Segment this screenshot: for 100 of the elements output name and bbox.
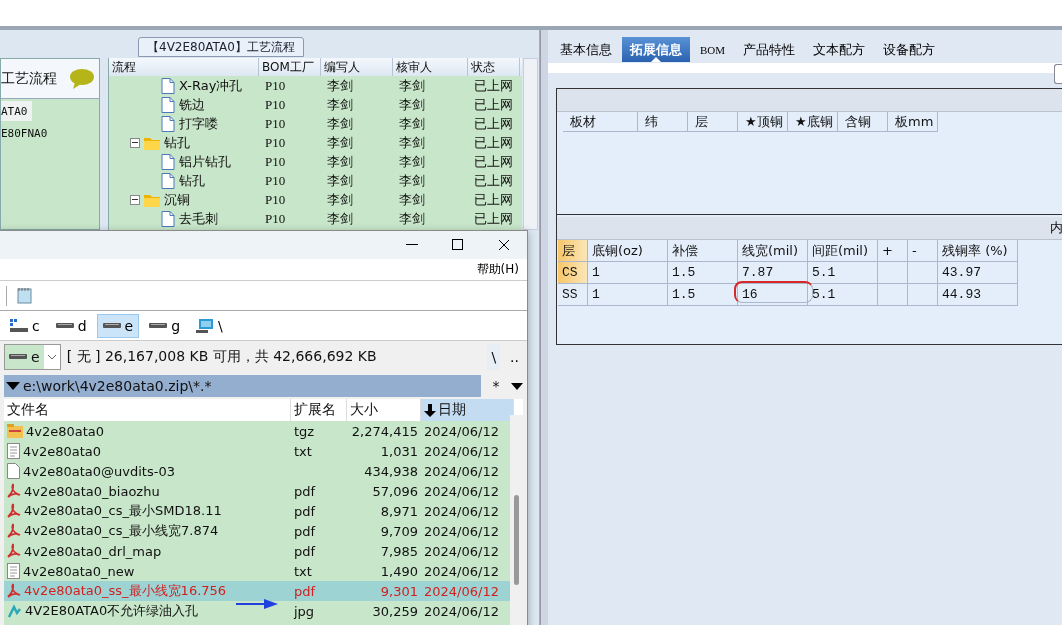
file-date: 2024/06/12	[423, 583, 500, 599]
tree-item-label[interactable]: 钻孔	[164, 133, 190, 152]
table-cell-text: 李剑	[326, 209, 354, 228]
menu-item[interactable]: 帮助(H)	[476, 261, 519, 278]
sidebar-item[interactable]: ATA0	[1, 101, 32, 121]
table-cell: 7.87	[738, 262, 808, 284]
file-row[interactable]: 4v2e80ata0_drl_map pdf 7,985 2024/06/12	[4, 541, 510, 561]
pdf-icon	[7, 503, 21, 519]
table-cell: 16	[738, 284, 808, 306]
file-row[interactable]: 4v2e80ata0_new txt 1,490 2024/06/12	[4, 561, 510, 581]
file-date: 2024/06/12	[423, 543, 500, 559]
pdf-icon	[7, 483, 21, 499]
column-header[interactable]: 流程	[109, 58, 259, 76]
drive-button[interactable]: g	[143, 313, 187, 338]
drive-button[interactable]: e	[96, 313, 140, 338]
speech-bubble-icon	[69, 67, 95, 90]
file-row[interactable]: 4v2e80ata0_biaozhu pdf 57,096 2024/06/12	[4, 481, 510, 501]
file-size: 57,096	[371, 483, 419, 499]
table-cell-text: 李剑	[398, 76, 426, 95]
table-cell: 1	[588, 284, 668, 306]
drive-button[interactable]: c	[4, 313, 46, 338]
file-date: 2024/06/12	[423, 423, 500, 439]
tab[interactable]: 产品特性	[735, 37, 804, 62]
up-button[interactable]: ..	[506, 344, 523, 370]
splitter[interactable]	[540, 30, 548, 625]
tab[interactable]: 拓展信息	[622, 37, 690, 62]
tab[interactable]: 文本配方	[805, 37, 874, 62]
file-size: 2,274,415	[350, 423, 419, 439]
file-size: 30,259	[371, 603, 419, 619]
tab[interactable]: BOM	[692, 37, 734, 62]
file-row[interactable]: 4v2e80ata0_cs_最小SMD18.11 pdf 8,971 2024/06/12	[4, 501, 510, 521]
file-size: 8,971	[379, 503, 419, 519]
dropdown-caret-icon[interactable]	[511, 382, 523, 390]
table-cell-text: 李剑	[326, 95, 354, 114]
file-row[interactable]: 4v2e80ata0@uvdits-03 434,938 2024/06/12	[4, 461, 510, 481]
file-name: 4V2E80ATA0不允许绿油入孔	[25, 602, 199, 620]
table-cell-text: 李剑	[398, 114, 426, 133]
column-header: 板mm	[888, 112, 938, 132]
archive-icon	[7, 424, 23, 438]
table-cell: 5.1	[808, 284, 878, 306]
tab[interactable]: 设备配方	[875, 37, 944, 62]
tree-item-label[interactable]: X-Ray冲孔	[179, 76, 243, 95]
annotation-arrow	[236, 599, 278, 609]
column-header[interactable]: 编写人	[321, 58, 393, 76]
column-header: 纬	[638, 112, 688, 132]
column-header[interactable]: 核审人	[393, 58, 468, 76]
column-header[interactable]: 状态	[468, 58, 520, 76]
table-cell-text: P10	[264, 77, 287, 94]
side-button[interactable]	[1054, 64, 1062, 84]
root-button[interactable]: \	[487, 344, 501, 370]
path-bar[interactable]: e:\work\4v2e80ata0.zip\*.*	[4, 375, 481, 397]
table-cell-text: 已上网	[473, 95, 514, 114]
table-cell-text: 已上网	[473, 171, 514, 190]
tree-item-label[interactable]: 打字喽	[179, 114, 218, 133]
section-title: 内	[1050, 219, 1062, 237]
tree-item-label[interactable]: 钻孔	[179, 171, 205, 190]
column-header: +	[878, 240, 908, 262]
filter-label: *	[491, 378, 501, 394]
table-cell-text: P10	[264, 134, 287, 151]
tab[interactable]: 基本信息	[552, 37, 620, 62]
drive-info: [ 无 ] 26,167,008 KB 可用，共 42,666,692 KB	[66, 348, 378, 366]
file-extension: tgz	[294, 423, 315, 439]
table-cell	[908, 284, 938, 306]
scrollbar[interactable]	[523, 58, 538, 230]
image-icon	[7, 603, 22, 619]
notepad-icon[interactable]	[17, 287, 33, 304]
file-row[interactable]: 4v2e80ata0 tgz 2,274,415 2024/06/12	[4, 421, 510, 441]
collapse-toggle[interactable]	[130, 194, 140, 205]
file-row[interactable]: 4v2e80ata0 txt 1,031 2024/06/12	[4, 441, 510, 461]
collapse-toggle[interactable]	[130, 137, 140, 148]
table-cell-text: P10	[264, 172, 287, 189]
file-row[interactable]: 4v2e80ata0_cs_最小线宽7.874 pdf 9,709 2024/06/12	[4, 521, 510, 541]
table-cell: 1.5	[668, 284, 738, 306]
column-header: 含铜	[838, 112, 888, 132]
folder-icon	[144, 135, 160, 150]
drive-button[interactable]: \	[190, 313, 229, 338]
file-date: 2024/06/12	[423, 523, 500, 539]
table-cell-text: 已上网	[473, 114, 514, 133]
column-header[interactable]: BOM工厂	[259, 58, 321, 76]
table-cell: 1	[588, 262, 668, 284]
caret-icon	[46, 354, 57, 360]
tree-item-label[interactable]: 沉铜	[164, 190, 190, 209]
table-cell	[878, 262, 908, 284]
tree-item-label[interactable]: 铣边	[179, 95, 205, 114]
sidebar-item[interactable]: E80FNA0	[1, 123, 52, 143]
drive-dropdown[interactable]: e	[4, 344, 61, 370]
panel-tab[interactable]: 【4V2E80ATA0】工艺流程	[138, 37, 304, 57]
document-icon	[161, 172, 175, 189]
column-header: ★顶铜	[738, 112, 788, 132]
table-cell-text: 已上网	[473, 209, 514, 228]
file-row[interactable]: 4V2E80ATA0不允许绿油入孔 jpg 30,259 2024/06/12	[4, 601, 510, 621]
column-header[interactable]: 日期	[421, 399, 514, 421]
tree-item-label[interactable]: 铝片钻孔	[179, 152, 231, 171]
table-cell-text: 已上网	[473, 190, 514, 209]
column-header: 线宽(mil)	[738, 240, 808, 262]
drive-button[interactable]: d	[49, 313, 93, 338]
tree-item-label[interactable]: 去毛刺	[179, 209, 218, 228]
file-extension: pdf	[294, 523, 316, 539]
file-size: 1,490	[379, 563, 419, 579]
sort-arrow-icon	[424, 403, 436, 417]
